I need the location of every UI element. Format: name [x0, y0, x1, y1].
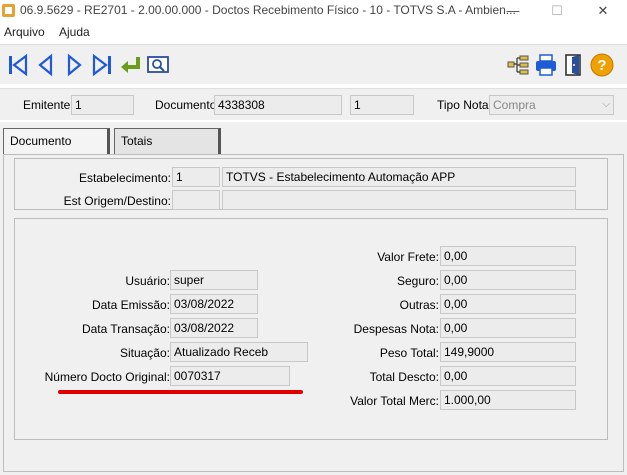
- print-icon[interactable]: [534, 53, 558, 77]
- emitente-label: Emitente:: [23, 98, 74, 112]
- documento-field[interactable]: 4338308: [214, 95, 342, 115]
- emitente-field[interactable]: 1: [71, 95, 134, 115]
- est-origem-code-field[interactable]: [172, 190, 220, 210]
- tipo-nota-select[interactable]: Compra ⌵: [489, 95, 614, 115]
- menu-ajuda[interactable]: Ajuda: [59, 25, 90, 39]
- estabelecimento-group: Estabelecimento: 1 TOTVS - Estabelecimen…: [14, 158, 608, 210]
- documento-details-group: Usuário: super Data Emissão: 03/08/2022 …: [14, 218, 608, 440]
- valor-frete-label: Valor Frete:: [377, 250, 439, 264]
- tab-totais[interactable]: Totais: [114, 128, 221, 154]
- total-descto-field[interactable]: 0,00: [440, 366, 576, 386]
- maximize-button[interactable]: ☐: [542, 2, 572, 20]
- outras-field[interactable]: 0,00: [440, 294, 576, 314]
- estabelecimento-label: Estabelecimento:: [78, 171, 171, 185]
- usuario-field[interactable]: super: [170, 270, 258, 290]
- documento-label: Documento:: [155, 98, 220, 112]
- usuario-label: Usuário:: [125, 274, 170, 288]
- first-record-icon[interactable]: [6, 53, 30, 77]
- header-bar: Emitente: 1 Documento: 4338308 1 Tipo No…: [0, 88, 627, 120]
- peso-total-label: Peso Total:: [379, 346, 439, 360]
- app-icon: [2, 4, 15, 17]
- despesas-nota-label: Despesas Nota:: [353, 322, 439, 336]
- tab-container: Documento Totais Estabelecimento: 1 TOTV…: [0, 122, 627, 475]
- help-icon[interactable]: ?: [590, 53, 614, 77]
- exit-icon[interactable]: [562, 53, 586, 77]
- minimize-button[interactable]: —: [498, 2, 528, 20]
- situacao-field[interactable]: Atualizado Receb: [170, 342, 308, 362]
- total-descto-label: Total Descto:: [369, 370, 439, 384]
- numero-docto-original-field[interactable]: 0070317: [170, 366, 290, 386]
- window-title: 06.9.5629 - RE2701 - 2.00.00.000 - Docto…: [20, 3, 516, 17]
- peso-total-field[interactable]: 149,9000: [440, 342, 576, 362]
- seguro-field[interactable]: 0,00: [440, 270, 576, 290]
- close-button[interactable]: ✕: [588, 2, 618, 20]
- search-icon[interactable]: [146, 53, 170, 77]
- numero-docto-original-label: Número Docto Original:: [44, 370, 170, 384]
- seguro-label: Seguro:: [396, 274, 439, 288]
- chevron-down-icon: ⌵: [602, 99, 610, 110]
- despesas-nota-field[interactable]: 0,00: [440, 318, 576, 338]
- menu-arquivo[interactable]: Arquivo: [4, 25, 45, 39]
- serie-field[interactable]: 1: [350, 95, 414, 115]
- data-transacao-field[interactable]: 03/08/2022: [170, 318, 258, 338]
- estabelecimento-name-field: TOTVS - Estabelecimento Automação APP: [222, 167, 576, 187]
- est-origem-name-field: [222, 190, 576, 210]
- data-transacao-label: Data Transação:: [81, 322, 170, 336]
- situacao-label: Situação:: [119, 346, 170, 360]
- highlight-underline: [58, 390, 303, 394]
- est-origem-destino-label: Est Origem/Destino:: [63, 194, 171, 208]
- estabelecimento-code-field[interactable]: 1: [172, 167, 220, 187]
- valor-frete-field[interactable]: 0,00: [440, 246, 576, 266]
- data-emissao-label: Data Emissão:: [91, 298, 170, 312]
- svg-text:?: ?: [597, 57, 606, 74]
- menu-bar: Arquivo Ajuda: [0, 22, 627, 42]
- data-emissao-field[interactable]: 03/08/2022: [170, 294, 258, 314]
- toolbar: ?: [0, 44, 627, 84]
- next-record-icon[interactable]: [62, 53, 86, 77]
- valor-total-merc-label: Valor Total Merc:: [350, 394, 439, 408]
- tipo-nota-label: Tipo Nota:: [437, 98, 492, 112]
- tipo-nota-value: Compra: [493, 98, 536, 112]
- title-bar: 06.9.5629 - RE2701 - 2.00.00.000 - Docto…: [0, 0, 627, 22]
- previous-record-icon[interactable]: [34, 53, 58, 77]
- tree-icon[interactable]: [506, 53, 530, 77]
- tab-documento[interactable]: Documento: [3, 128, 110, 154]
- valor-total-merc-field[interactable]: 1.000,00: [440, 390, 576, 410]
- go-to-icon[interactable]: [118, 53, 142, 77]
- documento-page: Estabelecimento: 1 TOTVS - Estabelecimen…: [3, 154, 624, 472]
- last-record-icon[interactable]: [90, 53, 114, 77]
- outras-label: Outras:: [399, 298, 439, 312]
